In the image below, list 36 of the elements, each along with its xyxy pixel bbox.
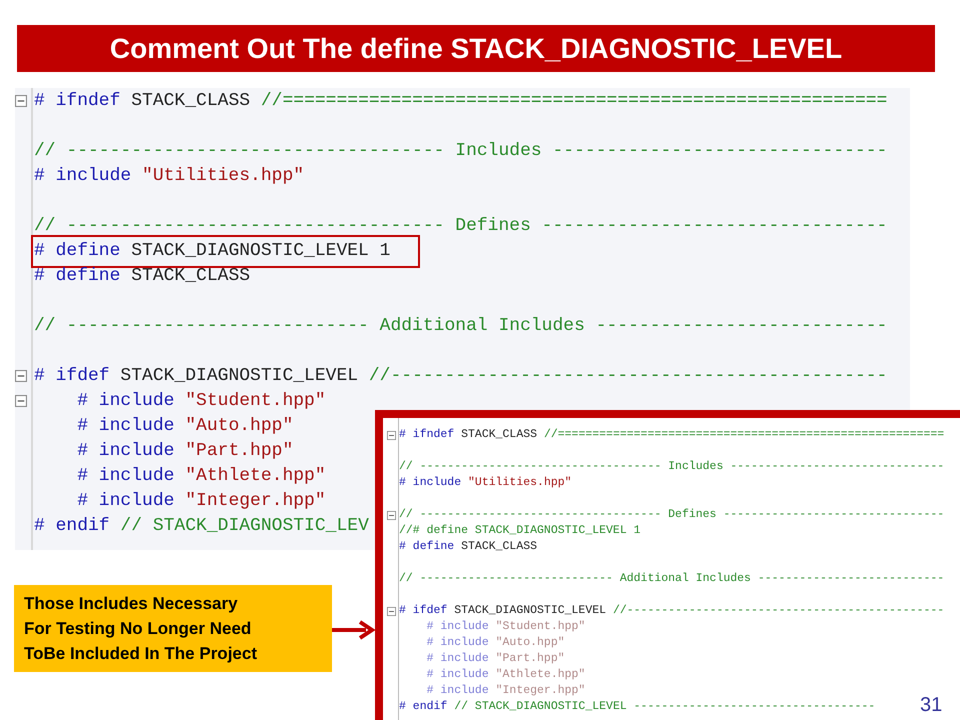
code-line: # endif // STACK_DIAGNOSTIC_LEVEL ----------------------------------- [399, 699, 876, 715]
code-line: # include "Athlete.hpp" [76, 465, 326, 488]
code-line: # define STACK_CLASS [34, 265, 250, 288]
code-line: # define STACK_CLASS [399, 539, 538, 555]
code-line: # ifdef STACK_DIAGNOSTIC_LEVEL //---------------------------------------------- [399, 603, 944, 619]
code-line: # include "Integer.hpp" [76, 490, 326, 513]
slide-title: Comment Out The define STACK_DIAGNOSTIC_LEVEL [17, 25, 935, 72]
code-line: //# define STACK_DIAGNOSTIC_LEVEL 1 [399, 523, 641, 539]
code-line: # include "Student.hpp" [426, 619, 586, 635]
code-line: # ifdef STACK_DIAGNOSTIC_LEVEL //---------------------------------------------- [34, 365, 888, 388]
code-line: # include "Athlete.hpp" [426, 667, 586, 683]
collapse-icon[interactable] [387, 430, 396, 440]
code-line: # include "Auto.hpp" [76, 415, 294, 438]
page-number: 31 [920, 693, 942, 718]
code-line: # include "Utilities.hpp" [34, 165, 304, 188]
code-line: # ifndef STACK_CLASS //======================================================== [399, 427, 944, 443]
code-line: // ----------------------------------- Includes ------------------------------- [34, 140, 888, 163]
code-line: # include "Part.hpp" [76, 440, 294, 463]
code-line: # include "Integer.hpp" [426, 683, 586, 699]
collapse-icon[interactable] [387, 510, 396, 520]
code-line: # include "Student.hpp" [76, 390, 326, 413]
callout-note: Those Includes Necessary For Testing No Longer Need ToBe Included In The Project [14, 585, 332, 672]
code-line: # include "Utilities.hpp" [399, 475, 572, 491]
collapse-icon[interactable] [15, 95, 27, 107]
code-line: # ifndef STACK_CLASS //======================================================== [34, 90, 888, 113]
code-line: // ---------------------------- Additional Includes --------------------------- [34, 315, 888, 338]
code-line: // ----------------------------------- Includes ------------------------------- [399, 459, 944, 475]
code-line: // ---------------------------- Additional Includes --------------------------- [399, 571, 944, 587]
code-line: // ----------------------------------- Defines -------------------------------- [34, 215, 888, 238]
collapse-icon[interactable] [15, 395, 27, 407]
code-line: # include "Auto.hpp" [426, 635, 565, 651]
collapse-icon[interactable] [15, 370, 27, 382]
code-line: // ----------------------------------- Defines -------------------------------- [399, 507, 944, 523]
collapse-icon[interactable] [387, 606, 396, 616]
code-line: # endif // STACK_DIAGNOSTIC_LEV [34, 515, 369, 538]
code-line: # include "Part.hpp" [426, 651, 565, 667]
